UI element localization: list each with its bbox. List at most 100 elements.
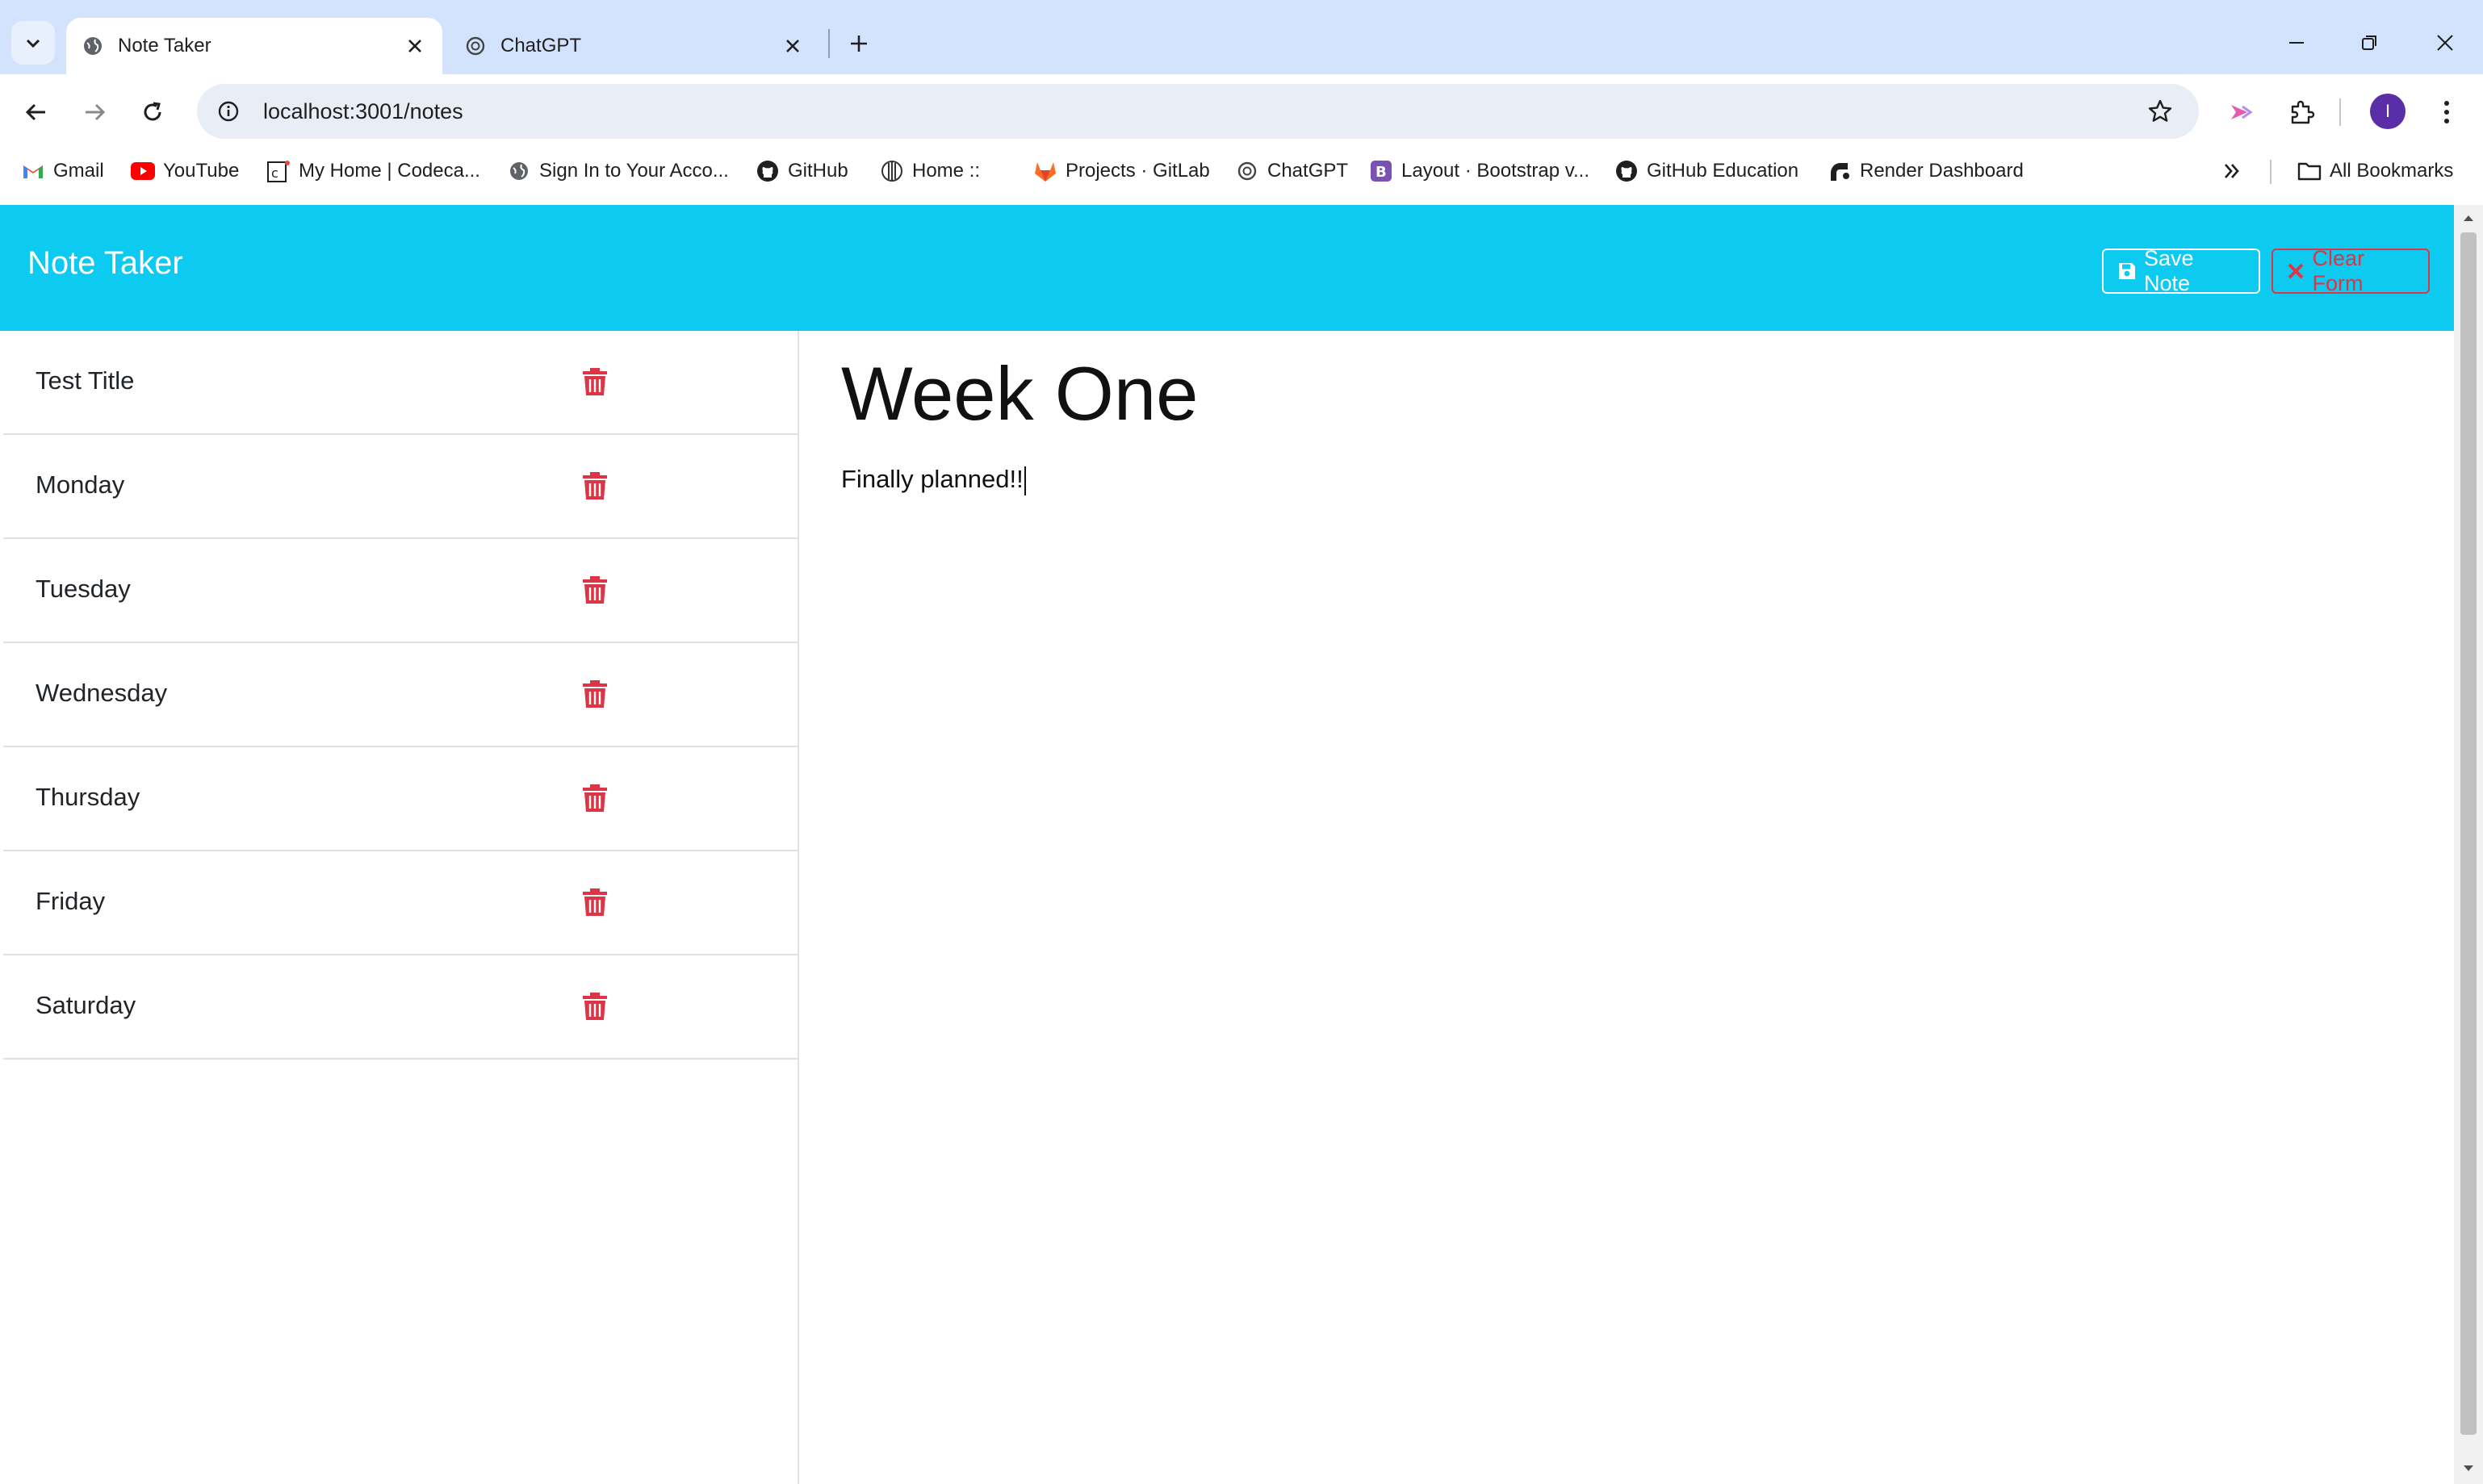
note-text-area[interactable]: Finally planned!! xyxy=(841,465,1026,495)
back-button[interactable] xyxy=(18,94,55,131)
save-note-button[interactable]: Save Note xyxy=(2102,246,2260,295)
new-tab-button[interactable] xyxy=(840,24,878,63)
note-list-item[interactable]: Thursday xyxy=(3,747,798,851)
bookmark-chatgpt[interactable]: ChatGPT xyxy=(1235,157,1348,186)
page-viewport: Note Taker Save Note Clear Form Test Tit… xyxy=(0,205,2454,1484)
more-bookmarks-button[interactable] xyxy=(2221,157,2242,186)
clear-form-button[interactable]: Clear Form xyxy=(2272,246,2430,295)
reload-button[interactable] xyxy=(134,94,171,131)
bookmark-label: Sign In to Your Acco... xyxy=(539,160,729,182)
note-list-item[interactable]: Wednesday xyxy=(3,643,798,747)
folder-icon xyxy=(2297,159,2322,183)
trash-icon[interactable] xyxy=(581,887,609,918)
svg-text:c: c xyxy=(271,165,278,181)
app-brand[interactable]: Note Taker xyxy=(27,245,183,282)
codecademy-icon: c xyxy=(266,159,291,183)
scroll-up-icon[interactable] xyxy=(2460,210,2477,226)
gitlab-icon xyxy=(1033,159,1057,183)
text-caret xyxy=(1024,466,1026,495)
save-note-label: Save Note xyxy=(2143,246,2194,295)
youtube-icon xyxy=(131,159,155,183)
bookmark-github[interactable]: GitHub xyxy=(756,157,848,186)
home-icon xyxy=(880,159,904,183)
note-list-item[interactable]: Friday xyxy=(3,851,798,955)
bookmark-render[interactable]: Render Dashboard xyxy=(1828,157,2024,186)
restore-icon xyxy=(2362,36,2376,50)
chevron-down-icon xyxy=(26,39,40,48)
bookmark-bootstrap[interactable]: B Layout · Bootstrap v... xyxy=(1369,157,1589,186)
double-chevron-right-icon xyxy=(2225,164,2239,178)
all-bookmarks-button[interactable]: All Bookmarks xyxy=(2297,157,2453,186)
note-list: Test Title Monday Tuesday Wednesday Thur… xyxy=(3,331,798,1060)
tab-chatgpt[interactable]: ChatGPT xyxy=(449,18,820,74)
url-text: localhost:3001/notes xyxy=(263,98,463,123)
scroll-down-icon[interactable] xyxy=(2460,1461,2477,1477)
note-list-item[interactable]: Tuesday xyxy=(3,539,798,643)
bookmark-youtube[interactable]: YouTube xyxy=(131,157,239,186)
bookmark-label: GitHub Education xyxy=(1647,160,1799,182)
bookmark-sign-in[interactable]: Sign In to Your Acco... xyxy=(507,157,729,186)
note-title: Thursday xyxy=(36,783,140,811)
reload-icon xyxy=(144,102,161,121)
trash-icon[interactable] xyxy=(581,679,609,709)
trash-icon[interactable] xyxy=(581,366,609,397)
arrow-right-icon xyxy=(86,103,106,121)
render-icon xyxy=(1828,159,1852,183)
restore-button[interactable] xyxy=(2333,15,2406,71)
bookmark-home[interactable]: Home :: xyxy=(880,157,980,186)
tab-title: Note Taker xyxy=(118,35,211,56)
note-list-item[interactable]: Saturday xyxy=(3,955,798,1060)
floppy-disk-icon xyxy=(2117,261,2138,282)
close-window-button[interactable] xyxy=(2409,15,2481,71)
bookmark-label: Home :: xyxy=(912,160,981,182)
note-text: Finally planned!! xyxy=(841,465,1024,493)
bookmark-label: ChatGPT xyxy=(1267,160,1349,182)
app-navbar: Note Taker Save Note Clear Form xyxy=(0,205,2454,331)
bookmark-label: Gmail xyxy=(53,160,104,182)
bookmark-gitlab[interactable]: Projects · GitLab xyxy=(1033,157,1210,186)
minimize-button[interactable] xyxy=(2260,15,2333,71)
close-icon xyxy=(2437,35,2453,51)
bookmark-label: Layout · Bootstrap v... xyxy=(1401,160,1590,182)
globe-icon xyxy=(81,34,105,58)
note-title: Saturday xyxy=(36,991,136,1019)
close-tab-icon[interactable] xyxy=(777,30,809,62)
bootstrap-icon: B xyxy=(1369,159,1393,183)
extension-play-icon[interactable] xyxy=(2221,94,2259,131)
note-list-item[interactable]: Test Title xyxy=(3,331,798,435)
bookmark-star-icon[interactable] xyxy=(2146,97,2175,126)
trash-icon[interactable] xyxy=(581,783,609,813)
profile-avatar[interactable]: I xyxy=(2370,94,2406,129)
clear-form-label: Clear Form xyxy=(2312,246,2365,295)
info-icon[interactable] xyxy=(215,98,242,125)
arrow-left-icon xyxy=(25,103,45,121)
note-title: Friday xyxy=(36,887,106,915)
tab-title: ChatGPT xyxy=(500,35,582,56)
page-scrollbar[interactable] xyxy=(2454,205,2483,1484)
github-icon xyxy=(1614,159,1639,183)
browser-toolbar: localhost:3001/notes I xyxy=(0,74,2483,148)
trash-icon[interactable] xyxy=(581,991,609,1022)
minimize-icon xyxy=(2289,42,2304,44)
tab-note-taker[interactable]: Note Taker xyxy=(66,18,442,74)
bookmark-label: My Home | Codeca... xyxy=(299,160,480,182)
trash-icon[interactable] xyxy=(581,470,609,501)
bookmark-codecademy[interactable]: c My Home | Codeca... xyxy=(266,157,480,186)
forward-button[interactable] xyxy=(76,94,113,131)
scroll-thumb[interactable] xyxy=(2460,232,2477,1435)
tab-search-button[interactable] xyxy=(11,21,55,65)
bookmarks-bar: Gmail YouTube c My Home | Codeca... Sign… xyxy=(0,148,2483,194)
extensions-puzzle-icon[interactable] xyxy=(2283,94,2320,131)
bookmark-gmail[interactable]: Gmail xyxy=(21,157,104,186)
chatgpt-icon xyxy=(463,34,488,58)
menu-kebab-icon[interactable] xyxy=(2428,94,2465,131)
bookmark-github-education[interactable]: GitHub Education xyxy=(1614,157,1798,186)
note-list-item[interactable]: Monday xyxy=(3,435,798,539)
trash-icon[interactable] xyxy=(581,575,609,605)
plus-icon xyxy=(851,36,867,52)
close-tab-icon[interactable] xyxy=(399,30,431,62)
note-title-input[interactable]: Week One xyxy=(841,350,1198,437)
address-bar[interactable]: localhost:3001/notes xyxy=(197,84,2199,139)
bookmarks-divider xyxy=(2270,160,2272,184)
close-icon xyxy=(2286,261,2306,282)
